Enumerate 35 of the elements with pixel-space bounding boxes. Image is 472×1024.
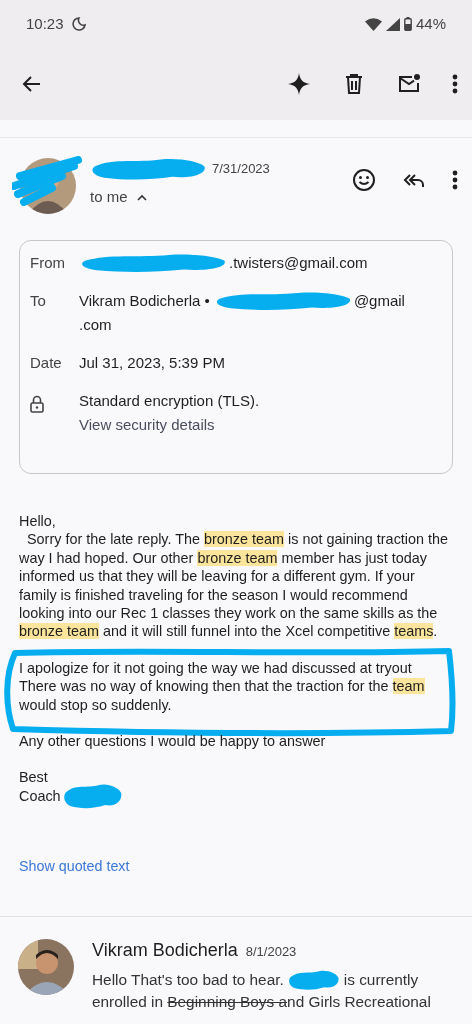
wifi-icon (364, 17, 382, 31)
detail-value: Standard encryption (TLS). (79, 391, 260, 411)
message-snippet: Hello That's too bad to hear. (92, 970, 284, 991)
message-paragraph: Hello, Sorry for the late reply. The bronze team is not gaining traction the way I had hoped. Our other bronze team member has just today informed us that they will be leaving for a different gym. If your family is finished traveling for the season I would recommend looking into our Rec 1 classes they work on the same skills as the bronze team and it will still funnel into the Xcel competitive teams. (19, 512, 450, 641)
more-options-button[interactable] (452, 170, 458, 190)
message-date: 8/1/2023 (245, 942, 297, 961)
message-snippet: is currently (343, 970, 419, 991)
detail-label: To (30, 291, 47, 311)
lock-icon (30, 395, 44, 414)
message-paragraph: I apologize for it not going the way we had discussed at tryout There was no way of knowing then that the traction for the team would stop so suddenly. (19, 658, 426, 715)
caret-icon (135, 193, 148, 202)
signal-icon (385, 17, 400, 31)
recipient-toggle[interactable]: to me (90, 186, 148, 209)
sender-name: Vikram Bodicherla (92, 938, 238, 962)
detail-label: From (30, 253, 66, 273)
detail-value: Jul 31, 2023, 5:39 PM (79, 353, 225, 373)
emoji-reaction-button[interactable] (352, 168, 376, 192)
message-paragraph: Any other questions I would be happy to answer (19, 732, 327, 751)
battery-icon (403, 17, 412, 31)
battery-percent: 44% (415, 13, 446, 34)
detail-value: .twisters@gmail.com (229, 253, 368, 273)
security-details-link[interactable]: View security details (79, 416, 215, 433)
message-paragraph: Best Coach (19, 768, 61, 806)
message-date: 7/31/2023 (212, 160, 270, 179)
status-time: 10:23 (26, 13, 64, 34)
detail-value: .com (79, 315, 112, 335)
recipient-name: Vikram Bodicherla • (79, 291, 210, 311)
more-options-button[interactable] (452, 74, 458, 94)
sparkle-button[interactable] (287, 72, 311, 96)
detail-value: @gmail (353, 291, 405, 311)
redaction-scribble (287, 968, 340, 993)
moon-icon (71, 17, 86, 31)
message-snippet: enrolled in Beginning Boys and Girls Recreational (92, 992, 431, 1013)
show-quoted-text-link[interactable]: Show quoted text (19, 857, 130, 876)
detail-label: Date (30, 353, 63, 373)
